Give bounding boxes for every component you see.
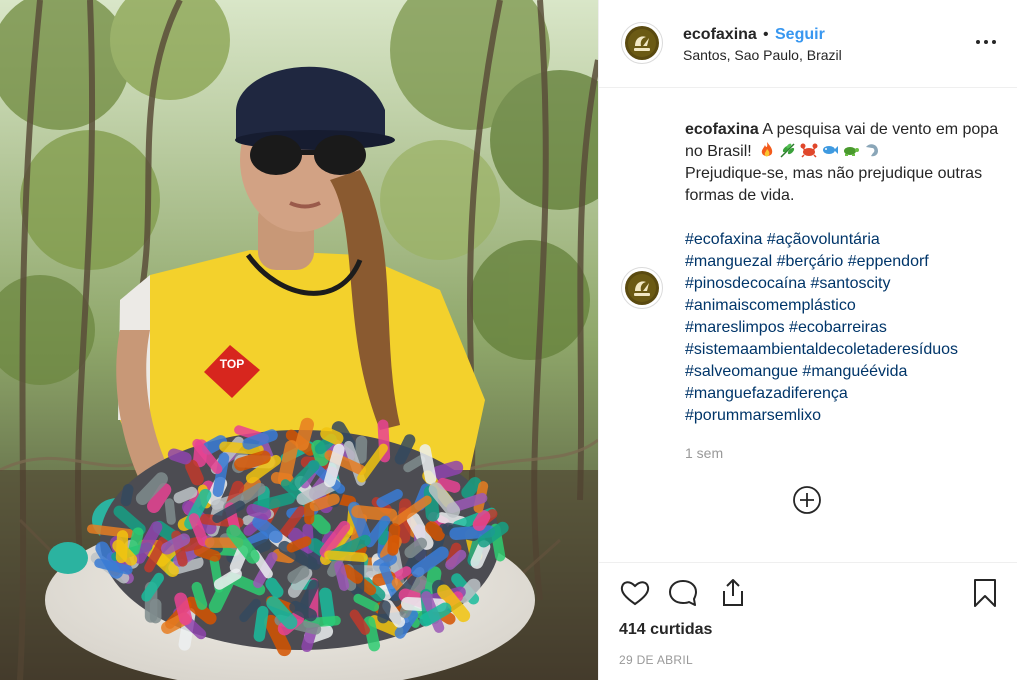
post-actions: 414 curtidas 29 DE ABRIL: [599, 562, 1017, 680]
hashtag-line: #ecofaxina #açãovoluntária: [685, 229, 1005, 251]
post-details-panel: ecofaxina • Seguir Santos, Sao Paulo, Br…: [598, 0, 1017, 680]
avatar[interactable]: [621, 22, 663, 64]
ecofaxina-logo-icon: [625, 26, 659, 60]
hashtag-link[interactable]: #pinosdecocaína: [685, 275, 806, 292]
comments-section: ecofaxina A pesquisa vai de vento em pop…: [599, 89, 1017, 561]
hashtag-line: #porummarsemlixo: [685, 405, 1005, 427]
hashtag-link[interactable]: #manguefazadiferença: [685, 385, 848, 402]
tube-shape: [149, 598, 162, 624]
hashtag-link[interactable]: #sistemaambientaldecoletaderesíduos: [685, 341, 958, 358]
hashtag-list: #ecofaxina #açãovoluntária #manguezal #b…: [685, 229, 1005, 427]
hashtag-link[interactable]: #ecobarreiras: [789, 319, 887, 336]
hashtag-line: #sistemaambientaldecoletaderesíduos: [685, 339, 1005, 361]
hashtag-line: #pinosdecocaína #santoscity: [685, 273, 1005, 295]
follow-button[interactable]: Seguir: [775, 26, 825, 44]
comment-timestamp[interactable]: 1 sem: [685, 445, 723, 461]
comment-icon[interactable]: [667, 577, 699, 609]
hashtag-link[interactable]: #ecofaxina: [685, 231, 762, 248]
fish-icon: [821, 141, 839, 159]
hashtag-line: #manguezal #berçário #eppendorf: [685, 251, 1005, 273]
post-date[interactable]: 29 DE ABRIL: [619, 653, 693, 667]
hashtag-line: #salveomangue #manguéévida: [685, 361, 1005, 383]
comment-avatar[interactable]: [621, 267, 663, 309]
hashtag-link[interactable]: #salveomangue: [685, 363, 798, 380]
caption-username[interactable]: ecofaxina: [685, 121, 759, 138]
heart-icon[interactable]: [619, 577, 651, 609]
ecofaxina-logo-icon: [625, 271, 659, 305]
hashtag-link[interactable]: #mareslimpos: [685, 319, 785, 336]
hashtag-line: #mareslimpos #ecobarreiras: [685, 317, 1005, 339]
dolphin-icon: [863, 141, 881, 159]
more-options-icon[interactable]: [973, 30, 999, 54]
hashtag-link[interactable]: #berçário: [777, 253, 844, 270]
hashtag-line: #animaiscomemplástico: [685, 295, 1005, 317]
hashtag-link[interactable]: #santoscity: [810, 275, 890, 292]
separator-dot: •: [763, 26, 769, 43]
caption-emojis: [758, 141, 881, 159]
share-icon[interactable]: [717, 577, 749, 609]
bookmark-icon[interactable]: [969, 577, 1001, 609]
post-image: TOP: [0, 0, 598, 680]
leaves-icon: [779, 141, 797, 159]
plus-circle-icon[interactable]: [792, 485, 822, 515]
crab-icon: [800, 141, 818, 159]
post-username[interactable]: ecofaxina: [683, 26, 757, 44]
fire-icon: [758, 141, 776, 159]
caption-text-2: Prejudique-se, mas não prejudique outras…: [685, 165, 983, 204]
hashtag-link[interactable]: #eppendorf: [848, 253, 929, 270]
hashtag-link[interactable]: #manguezal: [685, 253, 772, 270]
hashtag-link[interactable]: #manguéévida: [802, 363, 907, 380]
hashtag-link[interactable]: #açãovoluntária: [767, 231, 880, 248]
likes-count[interactable]: 414 curtidas: [619, 621, 712, 639]
post-header: ecofaxina • Seguir Santos, Sao Paulo, Br…: [599, 0, 1017, 88]
hashtag-line: #manguefazadiferença: [685, 383, 1005, 405]
post-location[interactable]: Santos, Sao Paulo, Brazil: [683, 47, 842, 63]
hashtag-link[interactable]: #porummarsemlixo: [685, 407, 821, 424]
caption: ecofaxina A pesquisa vai de vento em pop…: [685, 119, 1000, 207]
hashtag-link[interactable]: #animaiscomemplástico: [685, 297, 856, 314]
post-photo[interactable]: TOP: [0, 0, 598, 680]
vest-badge-text: TOP: [220, 357, 244, 371]
turtle-icon: [842, 141, 860, 159]
